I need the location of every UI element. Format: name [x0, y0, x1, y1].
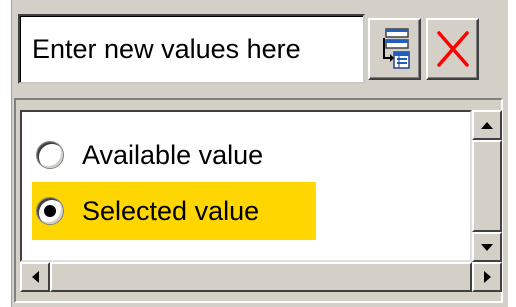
new-value-field[interactable] [18, 14, 365, 84]
list-item-available[interactable]: Available value [32, 126, 322, 184]
list-item-label: Selected value [82, 195, 260, 226]
horizontal-scrollbar[interactable] [20, 262, 502, 292]
clear-value-button[interactable] [426, 18, 479, 80]
vertical-scroll-thumb[interactable] [472, 140, 502, 232]
list-item-selected[interactable]: Selected value [32, 182, 316, 240]
radio-unchecked-icon[interactable] [36, 141, 64, 169]
radio-checked-icon[interactable] [36, 197, 64, 225]
scroll-down-button[interactable] [472, 232, 502, 262]
arrow-up-icon [481, 121, 493, 129]
list-item-label: Available value [82, 139, 264, 170]
arrow-down-icon [481, 243, 493, 251]
arrow-left-icon [31, 271, 39, 283]
scroll-right-button[interactable] [472, 262, 502, 292]
delete-x-icon [436, 31, 469, 67]
new-value-input[interactable] [20, 16, 363, 82]
scroll-left-button[interactable] [20, 262, 50, 292]
add-value-button[interactable] [368, 18, 421, 80]
add-to-list-icon [382, 28, 410, 69]
scroll-up-button[interactable] [472, 110, 502, 140]
horizontal-scroll-thumb[interactable] [50, 262, 472, 292]
vertical-scrollbar[interactable] [472, 110, 502, 262]
arrow-right-icon [483, 271, 491, 283]
